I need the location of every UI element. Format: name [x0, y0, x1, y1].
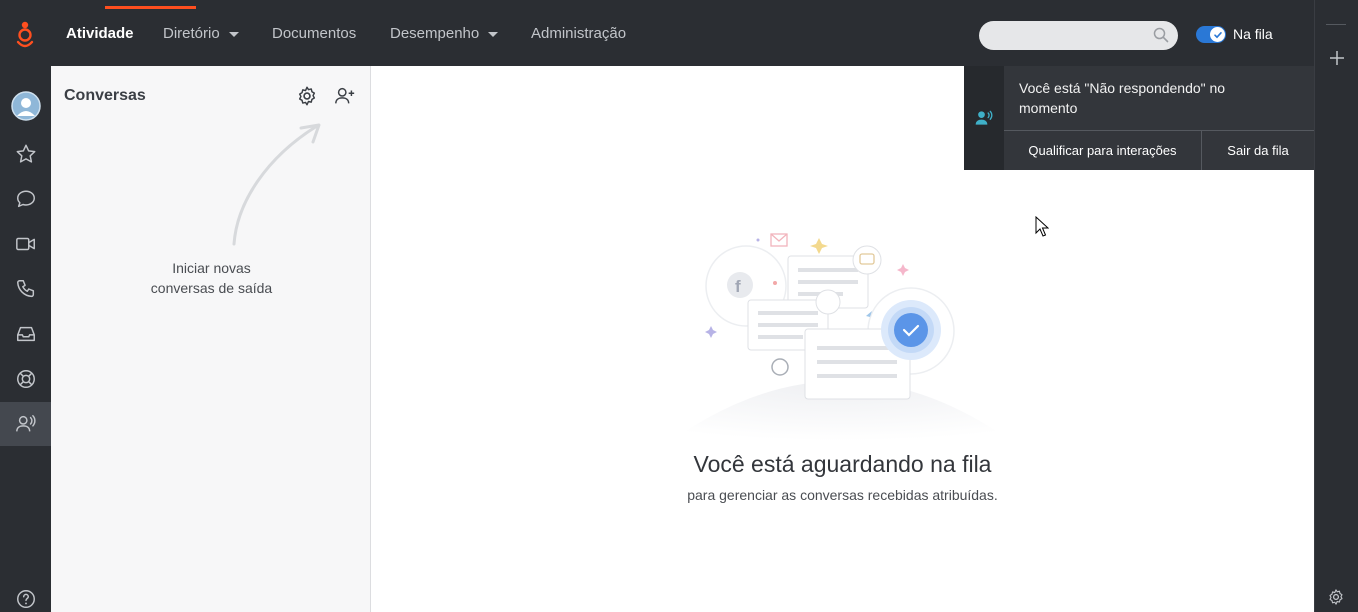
hint-arrow-icon: [232, 123, 321, 246]
inbox-button[interactable]: [0, 312, 51, 356]
help-icon: [16, 590, 35, 608]
gear-icon: [1329, 589, 1343, 605]
agent-voice-icon: [975, 110, 993, 125]
plus-icon: [1330, 51, 1344, 65]
not-responding-notification: Você está "Não respondendo" no momento Q…: [964, 66, 1314, 170]
waiting-title: Você está aguardando na fila: [693, 451, 992, 477]
nav-desempenho[interactable]: Desempenho: [390, 0, 499, 66]
waiting-subtitle: para gerenciar as conversas recebidas at…: [687, 487, 998, 503]
chat-button[interactable]: [0, 177, 51, 221]
chat-icon: [16, 190, 35, 208]
settings-button[interactable]: [1327, 588, 1345, 611]
nav-administracao[interactable]: Administração: [531, 0, 626, 66]
avatar[interactable]: [0, 84, 51, 128]
avatar-icon: [10, 91, 41, 121]
star-icon: [16, 144, 35, 163]
notification-side: [964, 66, 1004, 170]
video-icon: [15, 237, 35, 251]
mouse-cursor-icon: [1035, 216, 1049, 237]
panel-title: Conversas: [64, 87, 146, 104]
nav-documentos[interactable]: Documentos: [272, 0, 356, 66]
genesys-logo-icon[interactable]: [12, 20, 38, 52]
conversation-settings-button[interactable]: [296, 85, 318, 112]
help-button[interactable]: [0, 577, 51, 612]
notification-actions: Qualificar para interações Sair da fila: [1004, 130, 1314, 170]
qualify-for-interactions-button[interactable]: Qualificar para interações: [1004, 131, 1202, 170]
svg-text:f: f: [735, 277, 741, 296]
agent-queue-icon: [15, 415, 36, 432]
search-icon[interactable]: [1153, 27, 1169, 48]
queue-toggle-label: Na fila: [1233, 26, 1273, 42]
nav-atividade[interactable]: Atividade: [66, 0, 134, 66]
chevron-down-icon: [228, 32, 239, 37]
check-icon: [1210, 27, 1225, 42]
start-conversation-hint: Iniciar novas conversas de saída: [150, 260, 273, 296]
phone-icon: [16, 280, 34, 298]
nav-documentos-label: Documentos: [272, 24, 357, 42]
nav-desempenho-label: Desempenho: [390, 24, 480, 42]
add-panel-button[interactable]: [1328, 49, 1346, 72]
leave-queue-button[interactable]: Sair da fila: [1202, 131, 1314, 170]
lifebuoy-icon: [16, 370, 35, 388]
waiting-queue-illustration-icon: f: [651, 233, 1031, 456]
new-conversation-button[interactable]: [334, 85, 356, 112]
favorites-button[interactable]: [0, 132, 51, 176]
video-button[interactable]: [0, 222, 51, 266]
queue-toggle[interactable]: [1196, 26, 1226, 43]
right-utility-strip: [1314, 0, 1358, 612]
add-user-icon: [335, 87, 355, 104]
chevron-down-icon: [488, 32, 499, 37]
conversations-panel: Conversas Iniciar novas conversas de saí…: [51, 66, 371, 612]
gear-icon: [298, 86, 316, 106]
agent-queue-button[interactable]: [0, 402, 51, 446]
divider: [1326, 24, 1346, 25]
support-button[interactable]: [0, 357, 51, 401]
nav-administracao-label: Administração: [531, 24, 627, 42]
nav-diretorio[interactable]: Diretório: [163, 0, 239, 66]
left-nav-rail: [0, 0, 51, 612]
nav-atividade-label: Atividade: [66, 24, 134, 42]
phone-button[interactable]: [0, 267, 51, 311]
inbox-icon: [16, 326, 35, 342]
search-input[interactable]: [979, 21, 1178, 50]
notification-message: Você está "Não respondendo" no momento: [1019, 80, 1226, 116]
nav-diretorio-label: Diretório: [163, 24, 220, 42]
